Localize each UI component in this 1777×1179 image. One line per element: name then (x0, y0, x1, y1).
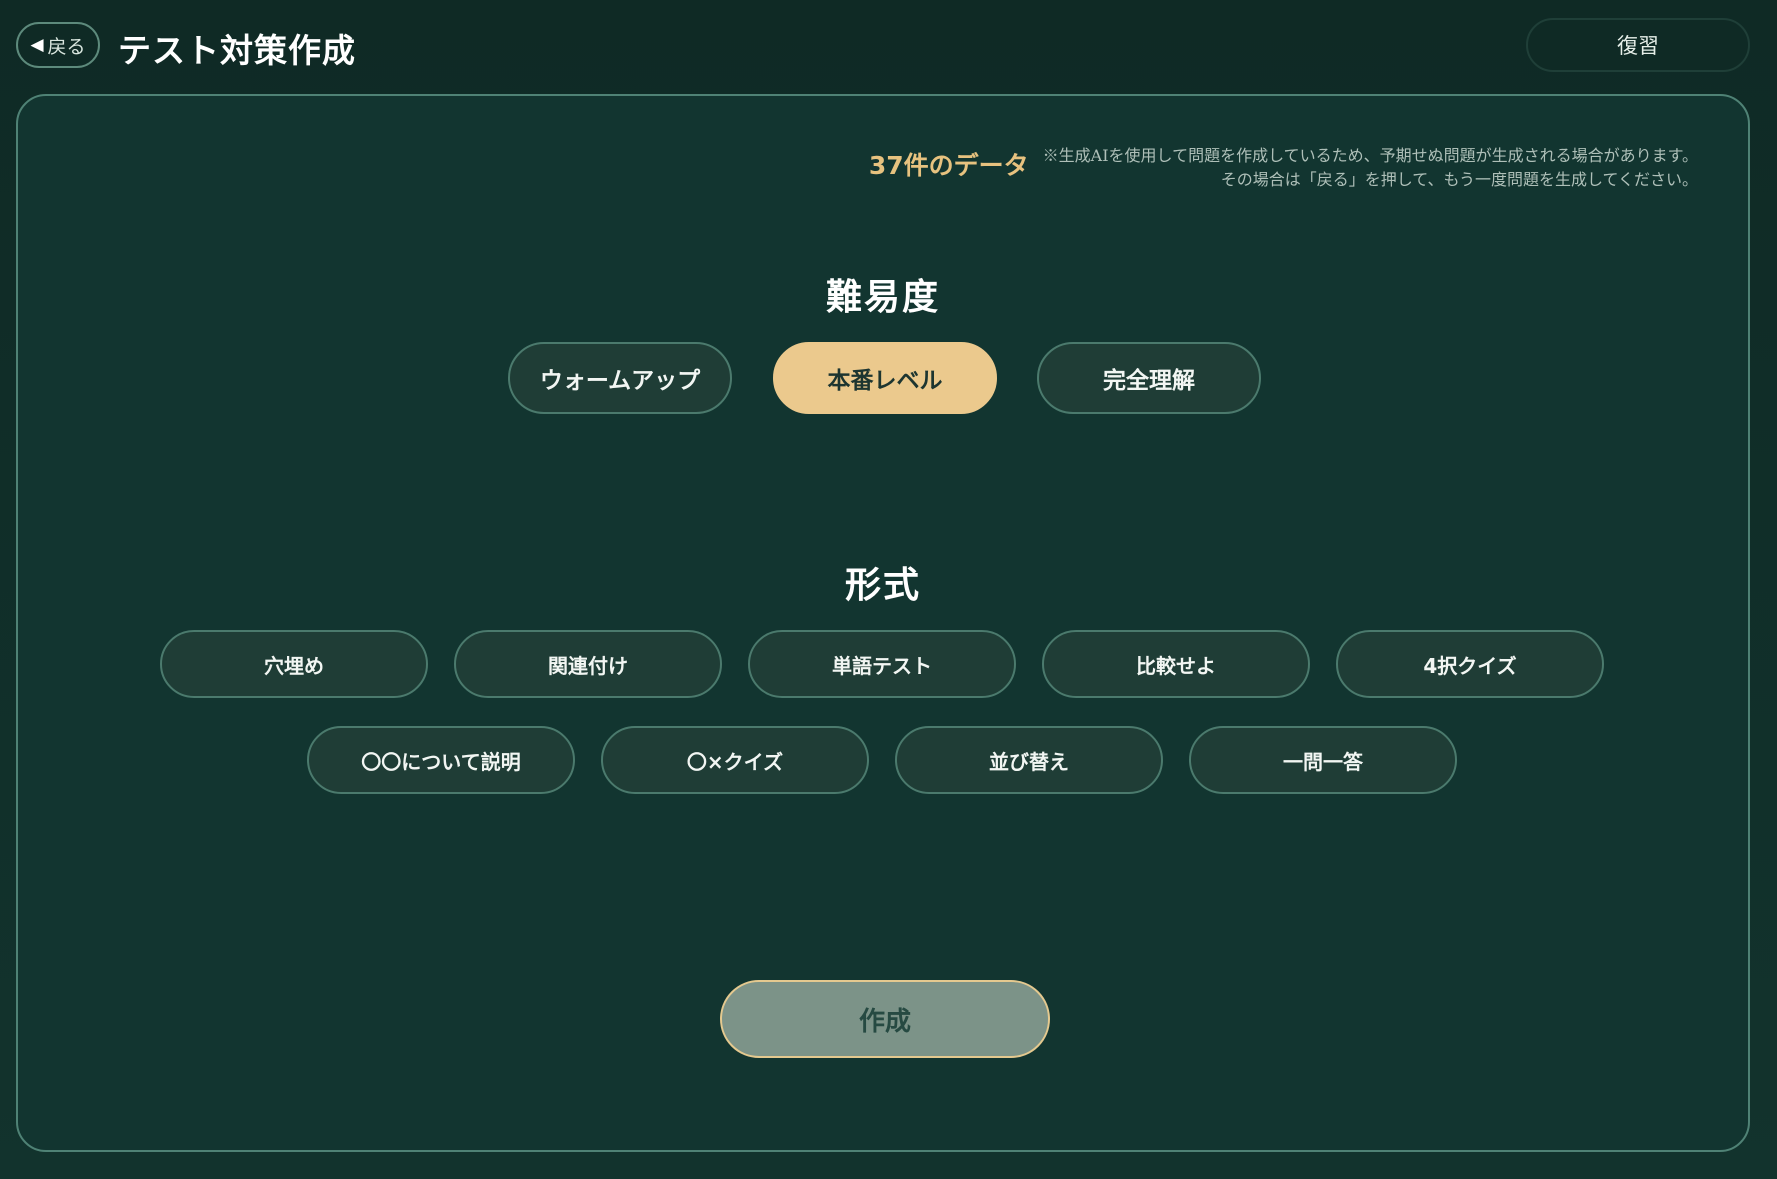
format-option-compare[interactable]: 比較せよ (1042, 630, 1310, 698)
notice-text: ※生成AIを使用して問題を作成しているため、予期せぬ問題が生成される場合がありま… (1043, 144, 1698, 192)
notice-line-2: その場合は「戻る」を押して、もう一度問題を生成してください。 (1220, 170, 1698, 189)
format-option-matching[interactable]: 関連付け (454, 630, 722, 698)
create-button[interactable]: 作成 (720, 980, 1050, 1058)
difficulty-option-warmup[interactable]: ウォームアップ (508, 342, 732, 414)
difficulty-title: 難易度 (825, 277, 940, 318)
notice-line-1: ※生成AIを使用して問題を作成しているため、予期せぬ問題が生成される場合がありま… (1042, 146, 1698, 165)
format-option-true-false[interactable]: 〇×クイズ (601, 726, 869, 794)
difficulty-option-main-level[interactable]: 本番レベル (773, 342, 997, 414)
page-title: テスト対策作成 (118, 31, 356, 70)
main-panel: 37件のデータ ※生成AIを使用して問題を作成しているため、予期せぬ問題が生成さ… (16, 94, 1750, 1152)
back-button[interactable]: ◀ 戻る (16, 22, 100, 68)
notice: 37件のデータ ※生成AIを使用して問題を作成しているため、予期せぬ問題が生成さ… (869, 144, 1698, 192)
format-option-sort[interactable]: 並び替え (895, 726, 1163, 794)
format-title: 形式 (844, 565, 921, 606)
format-option-vocab-test[interactable]: 単語テスト (748, 630, 1016, 698)
format-option-fill-in[interactable]: 穴埋め (160, 630, 428, 698)
format-option-qa[interactable]: 一問一答 (1189, 726, 1457, 794)
app-root: ◀ 戻る テスト対策作成 復習 37件のデータ ※生成AIを使用して問題を作成し… (0, 0, 1777, 1179)
data-count: 37件のデータ (868, 151, 1029, 180)
review-button[interactable]: 復習 (1526, 18, 1750, 72)
back-label: 戻る (47, 35, 86, 58)
format-option-explain[interactable]: 〇〇について説明 (307, 726, 575, 794)
difficulty-option-full-understanding[interactable]: 完全理解 (1037, 342, 1261, 414)
format-option-multiple-choice[interactable]: 4択クイズ (1336, 630, 1604, 698)
back-arrow-icon: ◀ (30, 35, 44, 55)
header: ◀ 戻る テスト対策作成 復習 (0, 0, 1777, 90)
